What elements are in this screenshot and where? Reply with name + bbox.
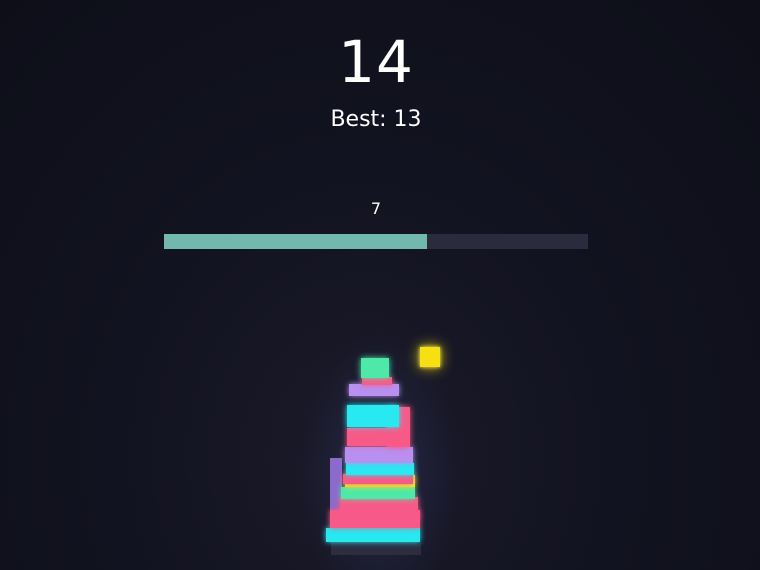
tower-block (347, 405, 399, 427)
tower-block (361, 358, 389, 378)
tower-block (346, 463, 414, 475)
tower-block (349, 384, 399, 396)
best-score-label: Best: 13 (330, 107, 422, 132)
yellow-gem-block (420, 347, 440, 367)
tower-block (362, 377, 392, 385)
score-counter: 14 (338, 28, 414, 96)
tower-block (340, 497, 418, 519)
tower-block (341, 487, 415, 499)
tower-block (343, 474, 413, 484)
level-number: 7 (370, 199, 382, 218)
level-progress-fill (164, 234, 427, 249)
tower-block (326, 528, 420, 542)
tower-block (345, 447, 413, 463)
level-progress-bar (164, 234, 588, 249)
tower-base (331, 542, 421, 555)
